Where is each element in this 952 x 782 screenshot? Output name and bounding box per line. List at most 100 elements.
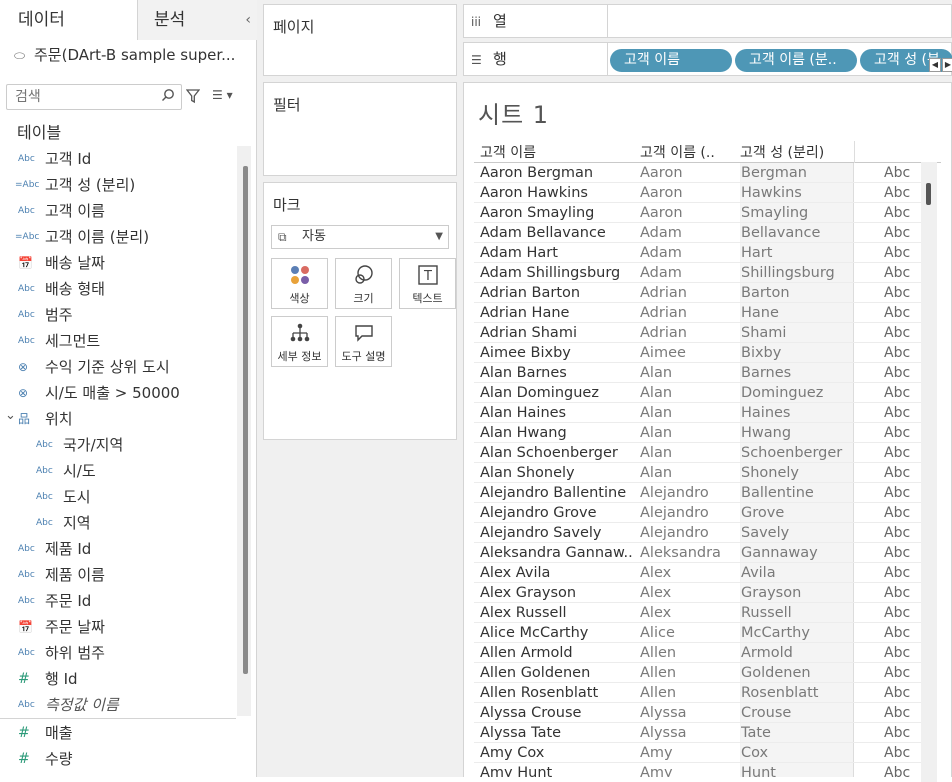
cell-last-name: Armold [740,643,854,662]
table-row[interactable]: Alyssa Crouse Alyssa Crouse Abc [474,703,921,723]
mark-size-label: 크기 [353,292,374,305]
table-row[interactable]: Allen Rosenblatt Allen Rosenblatt Abc [474,683,921,703]
header-first-name-split[interactable]: 고객 이름 (.. [640,142,715,162]
table-row[interactable]: Alan Dominguez Alan Dominguez Abc [474,383,921,403]
table-row[interactable]: Aaron Hawkins Aaron Hawkins Abc [474,183,921,203]
mark-color-button[interactable]: 색상 [271,258,328,309]
field-item[interactable]: Abc 고객 Id [0,146,236,172]
rows-scroll-left-icon[interactable]: ◀ [929,58,941,72]
field-item[interactable]: Abc 고객 이름 [0,198,236,224]
field-item[interactable]: Abc 세그먼트 [0,328,236,354]
view-options-icon[interactable]: ☰ ▾ [212,88,233,102]
table-row[interactable]: Alejandro Savely Alejandro Savely Abc [474,523,921,543]
field-item[interactable]: Abc 배송 형태 [0,276,236,302]
field-item[interactable]: Abc 하위 범주 [0,640,236,666]
field-item[interactable]: Abc 제품 이름 [0,562,236,588]
table-row[interactable]: Adrian Shami Adrian Shami Abc [474,323,921,343]
field-item[interactable]: Abc 국가/지역 [0,432,236,458]
collapse-chevron-left-icon[interactable]: ‹ [245,10,251,30]
search-icon[interactable] [161,88,175,106]
cell-customer-name: Alan Dominguez [480,385,599,401]
header-customer-name[interactable]: 고객 이름 [480,142,536,162]
tables-heading: 테이블 [17,123,62,142]
datasource-item[interactable]: ⬭ 주문(DArt-B sample super... [14,44,250,66]
field-item[interactable]: # 행 Id [0,666,236,692]
tab-data[interactable]: 데이터 [0,0,138,40]
table-row[interactable]: Alex Avila Alex Avila Abc [474,563,921,583]
field-item[interactable]: 📅 주문 날짜 [0,614,236,640]
abc-icon: Abc [36,440,53,450]
row-pill-first-name-split[interactable]: 고객 이름 (분.. [735,49,857,72]
table-row[interactable]: Adrian Barton Adrian Barton Abc [474,283,921,303]
calculated-abc-icon: =Abc [15,180,40,190]
field-item[interactable]: Abc 제품 Id [0,536,236,562]
columns-shelf[interactable]: iii 열 [463,4,952,38]
cell-first-name: Aleksandra [640,545,721,561]
field-item[interactable]: Abc 범주 [0,302,236,328]
field-item[interactable]: Abc 도시 [0,484,236,510]
table-row[interactable]: Allen Armold Allen Armold Abc [474,643,921,663]
table-row[interactable]: Adam Shillingsburg Adam Shillingsburg Abc [474,263,921,283]
mark-tooltip-button[interactable]: 도구 설명 [335,316,392,367]
filter-icon[interactable] [185,88,201,104]
table-row[interactable]: Aimee Bixby Aimee Bixby Abc [474,343,921,363]
field-list-scroll-thumb[interactable] [243,166,248,674]
table-row[interactable]: Adrian Hane Adrian Hane Abc [474,303,921,323]
tab-analysis[interactable]: 분석 ‹ [138,0,257,40]
field-item[interactable]: ⊗ 수익 기준 상위 도시 [0,354,236,380]
table-row[interactable]: Alejandro Ballentine Alejandro Ballentine A… [474,483,921,503]
table-row[interactable]: Aaron Bergman Aaron Bergman Abc [474,163,921,183]
mark-detail-button[interactable]: 세부 정보 [271,316,328,367]
field-item[interactable]: =Abc 고객 성 (분리) [0,172,236,198]
field-item[interactable]: =Abc 고객 이름 (분리) [0,224,236,250]
expand-chevron-icon[interactable]: ⌄ [5,403,16,429]
filters-shelf[interactable]: 필터 [263,82,457,176]
field-label: 고객 이름 [45,202,105,220]
table-row[interactable]: Alex Grayson Alex Grayson Abc [474,583,921,603]
rows-shelf[interactable]: ☰ 행 고객 이름 고객 이름 (분.. 고객 성 (분 [463,42,952,76]
field-item[interactable]: # 매출 [0,720,236,746]
table-row[interactable]: Adam Bellavance Adam Bellavance Abc [474,223,921,243]
field-label: 주문 날짜 [45,618,105,636]
mark-detail-label: 세부 정보 [277,350,322,363]
table-row[interactable]: Aleksandra Gannaw.. Aleksandra Gannaway Abc [474,543,921,563]
cell-first-name: Allen [640,685,677,701]
field-item[interactable]: ⌄ 品 위치 [0,406,236,432]
rows-scroll-right-icon[interactable]: ▶ [942,58,952,72]
table-row[interactable]: Alan Barnes Alan Barnes Abc [474,363,921,383]
table-row[interactable]: Aaron Smayling Aaron Smayling Abc [474,203,921,223]
mark-size-button[interactable]: 크기 [335,258,392,309]
field-item[interactable]: Abc 측정값 이름 [0,692,236,718]
search-box[interactable] [6,84,182,110]
abc-icon: Abc [18,310,35,320]
table-row[interactable]: Alejandro Grove Alejandro Grove Abc [474,503,921,523]
table-row[interactable]: Alan Shonely Alan Shonely Abc [474,463,921,483]
table-row[interactable]: Adam Hart Adam Hart Abc [474,243,921,263]
table-row[interactable]: Alan Haines Alan Haines Abc [474,403,921,423]
mark-text-button[interactable]: T 텍스트 [399,258,456,309]
cell-placeholder: Abc [884,625,911,641]
table-row[interactable]: Alan Hwang Alan Hwang Abc [474,423,921,443]
row-pill-customer-name[interactable]: 고객 이름 [610,49,732,72]
table-row[interactable]: Amy Cox Amy Cox Abc [474,743,921,763]
table-row[interactable]: Amy Hunt Amy Hunt Abc [474,763,921,777]
field-item[interactable]: Abc 지역 [0,510,236,536]
pages-shelf[interactable]: 페이지 [263,4,457,76]
field-item[interactable]: # 수량 [0,746,236,772]
header-last-name-split[interactable]: 고객 성 (분리) [740,142,824,162]
table-row[interactable]: Alyssa Tate Alyssa Tate Abc [474,723,921,743]
mark-type-dropdown[interactable]: ⧉ 자동 ▼ [271,225,449,249]
table-row[interactable]: Allen Goldenen Allen Goldenen Abc [474,663,921,683]
view-scroll-thumb[interactable] [926,183,931,205]
cell-first-name: Amy [640,765,673,777]
table-row[interactable]: Alan Schoenberger Alan Schoenberger Abc [474,443,921,463]
field-item[interactable]: Abc 주문 Id [0,588,236,614]
field-item[interactable]: ⊗ 시/도 매출 > 50000 [0,380,236,406]
field-item[interactable]: Abc 시/도 [0,458,236,484]
table-row[interactable]: Alex Russell Alex Russell Abc [474,603,921,623]
field-item[interactable]: 📅 배송 날짜 [0,250,236,276]
search-input[interactable] [13,87,161,107]
cell-first-name: Alejandro [640,485,709,501]
view-scrollbar[interactable] [921,162,937,782]
table-row[interactable]: Alice McCarthy Alice McCarthy Abc [474,623,921,643]
